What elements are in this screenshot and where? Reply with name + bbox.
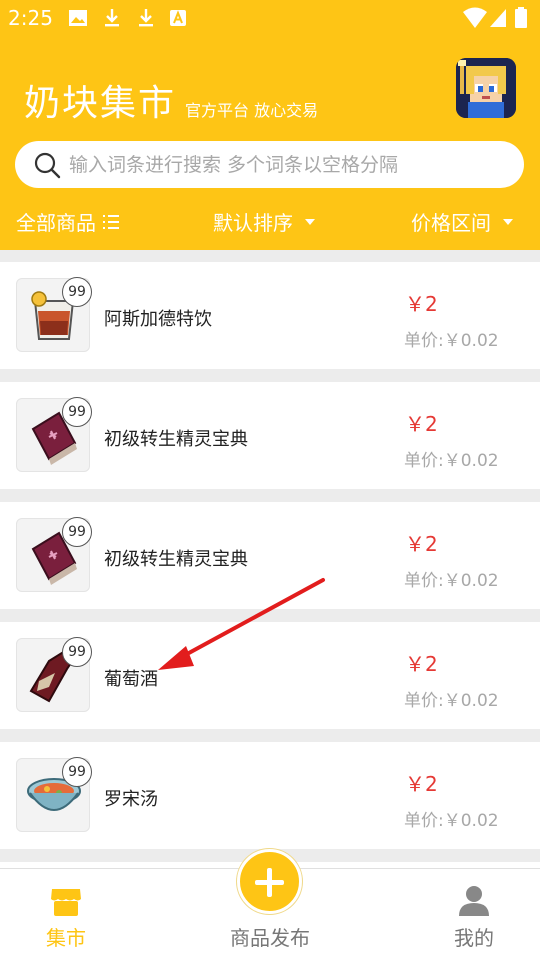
tab-market[interactable]: 集市 — [6, 869, 126, 960]
filter-price-range[interactable]: 价格区间 — [411, 207, 513, 236]
publish-fab-button[interactable] — [237, 849, 302, 914]
search-input[interactable] — [69, 141, 509, 188]
item-price: ￥2 — [405, 412, 438, 436]
signal-icon — [490, 9, 506, 27]
item-name: 初级转生精灵宝典 — [104, 429, 248, 450]
filter-sort[interactable]: 默认排序 — [213, 207, 315, 236]
search-bar[interactable] — [15, 141, 524, 188]
tab-mine[interactable]: 我的 — [414, 869, 534, 960]
list-item[interactable]: 99 罗宋汤 ￥2 单价:￥0.02 — [0, 742, 540, 849]
download-icon — [105, 9, 119, 27]
item-unit-price: 单价:￥0.02 — [404, 451, 499, 471]
quantity-badge: 99 — [62, 397, 92, 427]
quantity-badge: 99 — [62, 517, 92, 547]
list-item[interactable]: 99 初级转生精灵宝典 ￥2 单价:￥0.02 — [0, 382, 540, 489]
avatar[interactable] — [456, 58, 516, 118]
item-name: 葡萄酒 — [104, 669, 158, 690]
quantity-badge: 99 — [62, 757, 92, 787]
item-unit-price: 单价:￥0.02 — [404, 691, 499, 711]
caret-down-icon — [305, 218, 315, 225]
item-name: 初级转生精灵宝典 — [104, 549, 248, 570]
filter-sort-label: 默认排序 — [213, 211, 293, 235]
image-icon — [69, 10, 87, 26]
tab-market-label: 集市 — [46, 926, 86, 950]
item-price: ￥2 — [405, 772, 438, 796]
search-icon — [34, 152, 61, 179]
item-price: ￥2 — [405, 532, 438, 556]
user-icon — [459, 886, 489, 916]
game-character-icon — [456, 58, 516, 118]
filter-all-products[interactable]: 全部商品 — [16, 207, 120, 236]
font-icon — [170, 10, 186, 26]
tab-mine-label: 我的 — [454, 926, 494, 950]
download-icon-2 — [139, 9, 153, 27]
item-unit-price: 单价:￥0.02 — [404, 811, 499, 831]
item-price: ￥2 — [405, 292, 438, 316]
status-time: 2:25 — [8, 6, 53, 30]
wifi-icon — [463, 7, 487, 28]
battery-icon — [515, 7, 527, 28]
list-icon — [103, 214, 119, 229]
quantity-badge: 99 — [62, 277, 92, 307]
list-item[interactable]: 99 葡萄酒 ￥2 单价:￥0.02 — [0, 622, 540, 729]
header: 2:25 奶块集市 官方平台 放心交易 输入词条进行搜索 多个词条以空格分隔 全… — [0, 0, 540, 250]
item-unit-price: 单价:￥0.02 — [404, 571, 499, 591]
app-title: 奶块集市 — [24, 83, 177, 124]
filter-all-label: 全部商品 — [16, 211, 96, 235]
list-item[interactable]: 99 初级转生精灵宝典 ￥2 单价:￥0.02 — [0, 502, 540, 609]
quantity-badge: 99 — [62, 637, 92, 667]
caret-down-icon — [503, 218, 513, 225]
item-name: 阿斯加德特饮 — [104, 309, 212, 330]
filter-price-label: 价格区间 — [411, 211, 491, 235]
item-name: 罗宋汤 — [104, 789, 158, 810]
status-bar: 2:25 — [0, 0, 540, 36]
shop-icon — [51, 889, 81, 916]
list-item[interactable]: 99 阿斯加德特饮 ￥2 单价:￥0.02 — [0, 262, 540, 369]
item-unit-price: 单价:￥0.02 — [404, 331, 499, 351]
tab-publish-label: 商品发布 — [230, 926, 310, 950]
app-subtitle: 官方平台 放心交易 — [185, 101, 319, 120]
item-price: ￥2 — [405, 652, 438, 676]
